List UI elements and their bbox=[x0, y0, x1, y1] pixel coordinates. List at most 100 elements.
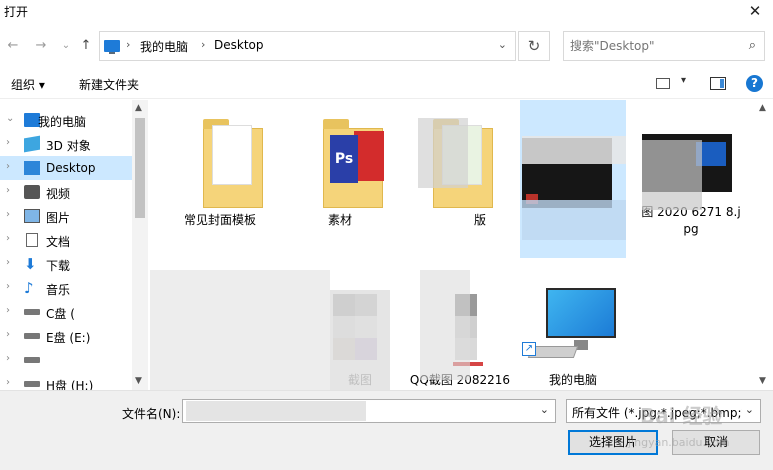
sidebar-item-label: 下载 bbox=[46, 259, 71, 273]
music-icon: ♪ bbox=[24, 279, 34, 297]
file-name: 素材 bbox=[327, 213, 352, 227]
sidebar-item-drive[interactable]: › bbox=[0, 348, 132, 372]
desktop-icon bbox=[24, 161, 40, 175]
expand-chevron-icon[interactable]: › bbox=[6, 209, 10, 220]
download-icon: ⬇ bbox=[24, 255, 37, 273]
up-arrow-icon[interactable]: ↑ bbox=[77, 36, 95, 56]
sidebar-item-music[interactable]: › ♪ 音乐 bbox=[0, 276, 132, 300]
file-item-image[interactable]: QQ截图 20822162922 bbox=[407, 268, 513, 390]
file-name: 常见封面模板 bbox=[183, 213, 256, 227]
file-name: 版 bbox=[473, 213, 486, 227]
file-item-image[interactable] bbox=[167, 268, 273, 390]
file-name: QQ截图 20822162922 bbox=[409, 373, 511, 387]
organize-button[interactable]: 组织 ▾ bbox=[11, 76, 45, 93]
sidebar-item-label: 视频 bbox=[46, 187, 71, 201]
breadcrumb-separator: › bbox=[126, 38, 131, 51]
sidebar-item-downloads[interactable]: › ⬇ 下载 bbox=[0, 252, 132, 276]
video-icon bbox=[24, 185, 40, 199]
address-dropdown-icon[interactable]: ⌄ bbox=[498, 38, 507, 51]
sidebar-item-label: E盘 (E:) bbox=[46, 331, 91, 345]
close-icon[interactable]: ✕ bbox=[745, 1, 765, 21]
view-dropdown-icon[interactable]: ▾ bbox=[681, 75, 686, 86]
folder-icon bbox=[421, 119, 499, 208]
forward-arrow-icon[interactable]: → bbox=[32, 36, 50, 56]
expand-chevron-icon[interactable]: › bbox=[6, 305, 10, 316]
expand-chevron-icon[interactable]: › bbox=[6, 377, 10, 388]
address-bar[interactable]: › 我的电脑 › Desktop ⌄ bbox=[99, 31, 516, 61]
sidebar-item-videos[interactable]: › 视频 bbox=[0, 180, 132, 204]
drive-icon bbox=[24, 309, 40, 315]
scroll-up-icon[interactable]: ▲ bbox=[135, 103, 142, 113]
computer-icon bbox=[104, 40, 120, 54]
breadcrumb-my-computer[interactable]: 我的电脑 bbox=[140, 38, 188, 55]
file-list-scrollbar[interactable]: ▲ ▼ bbox=[756, 100, 773, 390]
file-item-image[interactable]: 图 2020 6271 8.jpg bbox=[638, 108, 744, 258]
filename-input[interactable] bbox=[187, 403, 527, 419]
expand-chevron-icon[interactable]: › bbox=[6, 353, 10, 364]
address-row: ← → ⌄ ↑ › 我的电脑 › Desktop ⌄ ↻ ⌕ bbox=[0, 30, 773, 62]
sidebar-item-documents[interactable]: › 文档 bbox=[0, 228, 132, 252]
sidebar-item-label: 3D 对象 bbox=[46, 139, 91, 153]
back-arrow-icon[interactable]: ← bbox=[4, 36, 22, 56]
new-folder-button[interactable]: 新建文件夹 bbox=[79, 76, 139, 93]
drive-icon bbox=[24, 381, 40, 387]
sidebar-item-3d-objects[interactable]: › 3D 对象 bbox=[0, 132, 132, 156]
expand-chevron-icon[interactable]: ⌄ bbox=[6, 113, 14, 124]
filename-label: 文件名(N): bbox=[122, 407, 181, 421]
expand-chevron-icon[interactable]: › bbox=[6, 137, 10, 148]
file-item-folder[interactable]: Ps 素材 bbox=[287, 108, 393, 258]
breadcrumb-desktop[interactable]: Desktop bbox=[214, 38, 264, 52]
scroll-down-icon[interactable]: ▼ bbox=[759, 376, 766, 386]
file-item-shortcut[interactable]: ↗ 我的电脑 bbox=[520, 268, 626, 390]
file-item-folder[interactable]: 常见封面模板 bbox=[167, 108, 273, 258]
file-type-dropdown-icon[interactable]: ⌄ bbox=[745, 403, 754, 416]
scrollbar-thumb[interactable] bbox=[135, 118, 145, 218]
folder-icon: Ps bbox=[301, 119, 384, 208]
file-item-folder[interactable]: 版 bbox=[407, 108, 513, 258]
sidebar-item-drive-e[interactable]: › E盘 (E:) bbox=[0, 324, 132, 348]
filename-dropdown-icon[interactable]: ⌄ bbox=[540, 403, 549, 416]
sidebar-scrollbar[interactable]: ▲ ▼ bbox=[132, 100, 148, 390]
title-bar: 打开 ✕ bbox=[0, 0, 773, 24]
picture-icon bbox=[24, 209, 40, 223]
refresh-button[interactable]: ↻ bbox=[518, 31, 550, 61]
sidebar-item-label: 文档 bbox=[46, 235, 71, 249]
sidebar-item-label: 我的电脑 bbox=[38, 115, 87, 129]
sidebar-item-desktop[interactable]: › Desktop bbox=[0, 156, 132, 180]
sidebar-item-pictures[interactable]: › 图片 bbox=[0, 204, 132, 228]
cube-icon bbox=[24, 135, 40, 153]
expand-chevron-icon[interactable]: › bbox=[6, 257, 10, 268]
view-icon[interactable] bbox=[656, 78, 670, 89]
scroll-down-icon[interactable]: ▼ bbox=[135, 376, 142, 386]
expand-chevron-icon[interactable]: › bbox=[6, 233, 10, 244]
sidebar-item-drive-c[interactable]: › C盘 ( bbox=[0, 300, 132, 324]
command-toolbar: 组织 ▾ 新建文件夹 ▾ ? bbox=[0, 69, 773, 99]
recent-locations-chevron-icon[interactable]: ⌄ bbox=[57, 36, 75, 56]
search-box[interactable]: ⌕ bbox=[563, 31, 765, 61]
file-name: 图 2020 6271 8.jpg bbox=[641, 205, 741, 236]
filename-field[interactable]: ⌄ bbox=[182, 399, 556, 423]
watermark-logo: Bai 经验 bbox=[640, 404, 723, 428]
image-thumbnail bbox=[301, 282, 379, 368]
file-name: 我的电脑 bbox=[548, 373, 597, 387]
file-item-image[interactable]: 截图 bbox=[287, 268, 393, 390]
window-title: 打开 bbox=[4, 5, 29, 19]
folder-icon bbox=[181, 119, 263, 208]
sidebar-item-my-computer[interactable]: ⌄ 我的电脑 bbox=[0, 108, 132, 132]
sidebar-item-label: 音乐 bbox=[46, 283, 71, 297]
expand-chevron-icon[interactable]: › bbox=[6, 185, 10, 196]
preview-pane-icon[interactable] bbox=[710, 77, 726, 90]
sidebar-item-drive-h[interactable]: › H盘 (H:) bbox=[0, 372, 132, 390]
sidebar-item-label: C盘 ( bbox=[46, 307, 75, 321]
search-icon[interactable]: ⌕ bbox=[749, 38, 756, 53]
sidebar-item-label: Desktop bbox=[46, 161, 96, 175]
image-thumbnail bbox=[522, 128, 612, 214]
search-input[interactable] bbox=[570, 37, 740, 55]
expand-chevron-icon[interactable]: › bbox=[6, 281, 10, 292]
help-icon[interactable]: ? bbox=[746, 75, 763, 92]
expand-chevron-icon[interactable]: › bbox=[6, 161, 10, 172]
document-icon bbox=[26, 233, 38, 247]
file-item-image[interactable] bbox=[520, 100, 626, 258]
scroll-up-icon[interactable]: ▲ bbox=[759, 103, 766, 113]
expand-chevron-icon[interactable]: › bbox=[6, 329, 10, 340]
